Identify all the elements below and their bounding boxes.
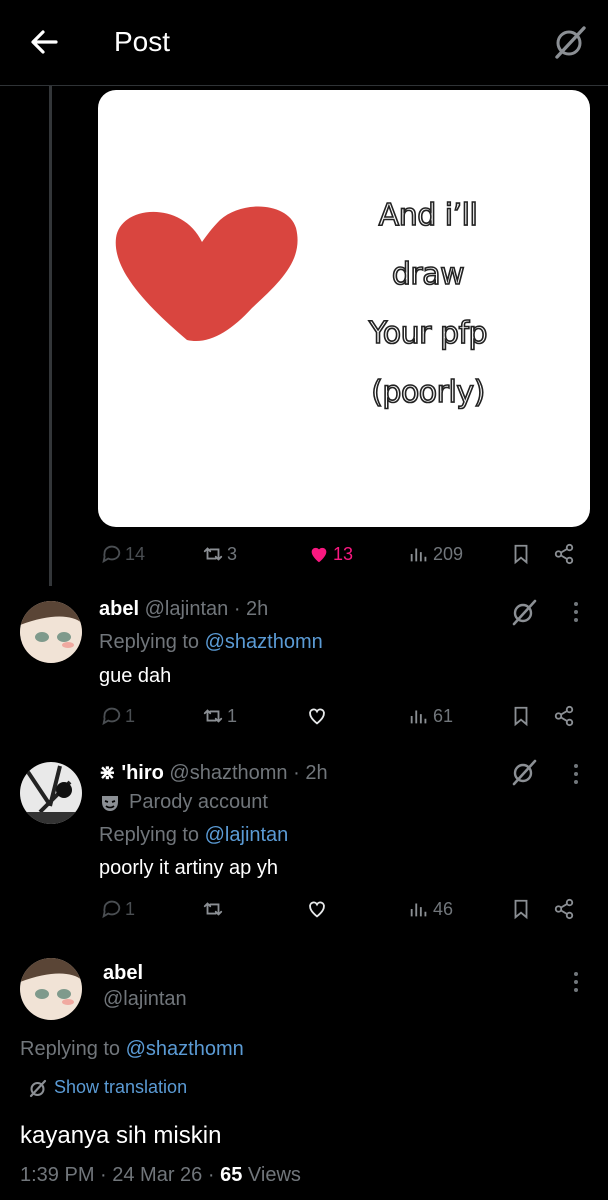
image-caption: And i’ll draw Your pfp (poorly)	[368, 197, 488, 411]
parody-badge: Parody account	[99, 791, 268, 814]
reply-icon	[102, 545, 121, 564]
share-icon	[554, 898, 574, 920]
like-button[interactable]	[306, 705, 328, 727]
grok-icon	[29, 1079, 47, 1097]
back-arrow-icon[interactable]	[28, 26, 60, 58]
reply-button[interactable]: 1	[100, 705, 135, 727]
timestamp: 1:39 PM · 24 Mar 26 ·	[20, 1164, 215, 1186]
repost-button[interactable]: 3	[202, 543, 237, 565]
like-button[interactable]	[306, 898, 328, 920]
reply-button[interactable]: 1	[100, 898, 135, 920]
page-title: Post	[114, 26, 171, 57]
mention-link[interactable]: @shazthomn	[126, 1038, 244, 1060]
reply-icon	[102, 900, 121, 919]
views-button[interactable]: 61	[408, 705, 453, 727]
bookmark-button[interactable]	[510, 898, 532, 920]
post-text: kayanya sih miskin	[20, 1122, 222, 1149]
views-button[interactable]: 46	[408, 898, 453, 920]
replying-to: Replying to @shazthomn	[20, 1038, 244, 1060]
replying-to: Replying to @shazthomn	[99, 631, 323, 653]
reply-text: poorly it artiny ap yh	[99, 857, 278, 879]
repost-button[interactable]: 1	[202, 705, 237, 727]
more-icon[interactable]	[572, 600, 580, 624]
post-meta: 1:39 PM · 24 Mar 26 · 65 Views	[20, 1164, 301, 1187]
mask-icon	[102, 795, 118, 811]
share-button[interactable]	[553, 898, 575, 920]
mention-link[interactable]: @lajintan	[205, 824, 289, 846]
display-name[interactable]: ⋇ 'hiro	[99, 762, 164, 784]
post-actions: 14 3 13 209	[0, 540, 608, 572]
post-image[interactable]: And i’ll draw Your pfp (poorly)	[98, 90, 590, 527]
reply-header: ⋇ 'hiro @shazthomn · 2h	[99, 760, 328, 785]
handle[interactable]: @lajintan	[103, 988, 187, 1011]
avatar[interactable]	[20, 762, 82, 824]
time: · 2h	[293, 762, 328, 784]
reply-actions: 1 1 61	[0, 703, 608, 733]
repost-icon	[203, 547, 223, 561]
more-icon[interactable]	[572, 970, 580, 994]
grok-icon[interactable]	[510, 598, 538, 626]
grok-icon[interactable]	[552, 24, 588, 60]
mention-link[interactable]: @shazthomn	[205, 631, 323, 653]
bookmark-button[interactable]	[510, 543, 532, 565]
display-name[interactable]: abel	[103, 962, 143, 985]
views-icon	[410, 903, 427, 917]
handle[interactable]: @shazthomn	[169, 762, 287, 784]
heart-outline-icon	[309, 901, 325, 918]
replying-to: Replying to @lajintan	[99, 824, 289, 846]
top-bar: Post	[0, 0, 608, 86]
grok-icon[interactable]	[510, 758, 538, 786]
handle[interactable]: @lajintan	[145, 598, 229, 620]
time: · 2h	[233, 598, 269, 620]
like-button[interactable]: 13	[308, 543, 353, 565]
share-icon	[554, 543, 574, 565]
views-count[interactable]: 65	[220, 1164, 242, 1186]
show-translation-button[interactable]: Show translation	[28, 1077, 187, 1098]
reply-button[interactable]: 14	[100, 543, 145, 565]
heart-outline-icon	[309, 708, 325, 725]
thread-line	[49, 86, 52, 586]
repost-button[interactable]	[202, 898, 224, 920]
share-button[interactable]	[553, 705, 575, 727]
avatar[interactable]	[20, 601, 82, 663]
heart-filled-icon	[311, 547, 327, 563]
views-label: Views	[247, 1164, 301, 1186]
share-button[interactable]	[553, 543, 575, 565]
bookmark-button[interactable]	[510, 705, 532, 727]
reply-icon	[102, 707, 121, 726]
red-heart-drawing	[115, 206, 298, 342]
repost-icon	[203, 709, 223, 723]
share-icon	[554, 705, 574, 727]
avatar[interactable]	[20, 958, 82, 1020]
views-icon	[410, 548, 427, 562]
reply-header: abel @lajintan · 2h	[99, 598, 268, 621]
reply-text: gue dah	[99, 665, 172, 687]
reply-actions: 1 46	[0, 896, 608, 926]
more-icon[interactable]	[572, 762, 580, 786]
repost-icon	[203, 902, 223, 916]
bookmark-icon	[514, 899, 528, 920]
display-name[interactable]: abel	[99, 598, 139, 620]
bookmark-icon	[514, 706, 528, 727]
bookmark-icon	[514, 544, 528, 565]
views-icon	[410, 710, 427, 724]
views-button[interactable]: 209	[408, 543, 463, 565]
